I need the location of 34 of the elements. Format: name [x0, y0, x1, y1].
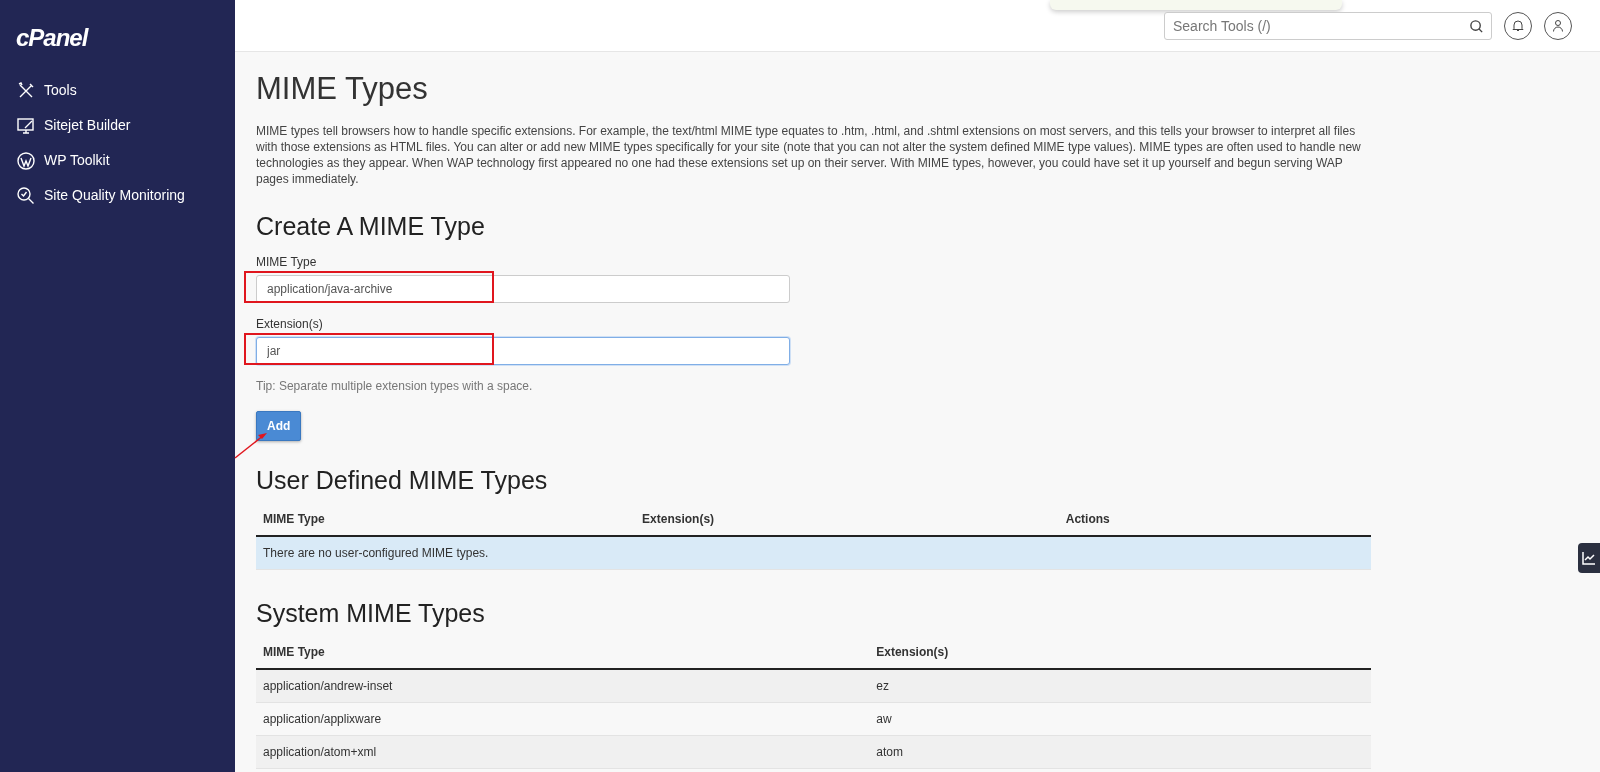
input-field[interactable]: application/java-archive	[256, 275, 790, 304]
table-cell: aw	[869, 702, 1371, 736]
table-cell: application/applixware	[256, 702, 870, 736]
field-label: Extension(s)	[256, 316, 323, 334]
section-title: System MIME Types	[256, 598, 486, 629]
sidebar-item[interactable]: Sitejet Builder	[16, 115, 235, 136]
magnifier-icon	[16, 185, 36, 206]
page-title: MIME Types	[256, 70, 429, 108]
table-cell: ez	[869, 669, 1371, 703]
bell-icon	[1512, 19, 1524, 32]
empty-message: There are no user-configured MIME types.	[256, 536, 1371, 570]
cpanel-logo[interactable]: cPanel	[16, 26, 88, 50]
hint-text: Tip: Separate multiple extension types with a space.	[256, 378, 533, 396]
input-field[interactable]: jar	[256, 337, 790, 366]
monitor-icon	[16, 115, 36, 136]
field-label: MIME Type	[256, 254, 317, 272]
search-icon	[1469, 18, 1484, 34]
search-field[interactable]: Search Tools (/)	[1164, 11, 1492, 40]
sidebar-item[interactable]: WP Toolkit	[16, 150, 235, 171]
stats-tab[interactable]	[1578, 543, 1600, 573]
wordpress-icon	[16, 150, 36, 171]
section-title: User Defined MIME Types	[256, 465, 549, 496]
user-icon	[1552, 19, 1564, 32]
table-cell: application/andrew-inset	[256, 669, 870, 703]
table-cell: application/atom+xml	[256, 735, 870, 769]
chart-icon	[1582, 551, 1596, 565]
add-button[interactable]: Add	[256, 411, 302, 442]
table-cell: atom	[869, 735, 1371, 769]
sidebar-item[interactable]: Site Quality Monitoring	[16, 185, 235, 206]
page-description: MIME types tell browsers how to handle specific extensions. For example, the text/html MIME type equates to .htm, .html, and .shtml extensions on most servers, and this tells your browser to interpret all files with those extensions as HTML files. You can alter or add new MIME types specifically for your site (note that you can not alter the system defined MIME type values). MIME types are often used to handle new technologies as they appear. When WAP technology first appeared no one had these extensions set up on their server. With MIME types, however, you could have set it up yourself and begun serving WAP pages immediately.	[256, 123, 1362, 188]
sidebar-item[interactable]: Tools	[16, 80, 235, 101]
user-button[interactable]	[1544, 11, 1572, 40]
notifications-button[interactable]	[1504, 11, 1532, 40]
section-title: Create A MIME Type	[256, 211, 486, 242]
